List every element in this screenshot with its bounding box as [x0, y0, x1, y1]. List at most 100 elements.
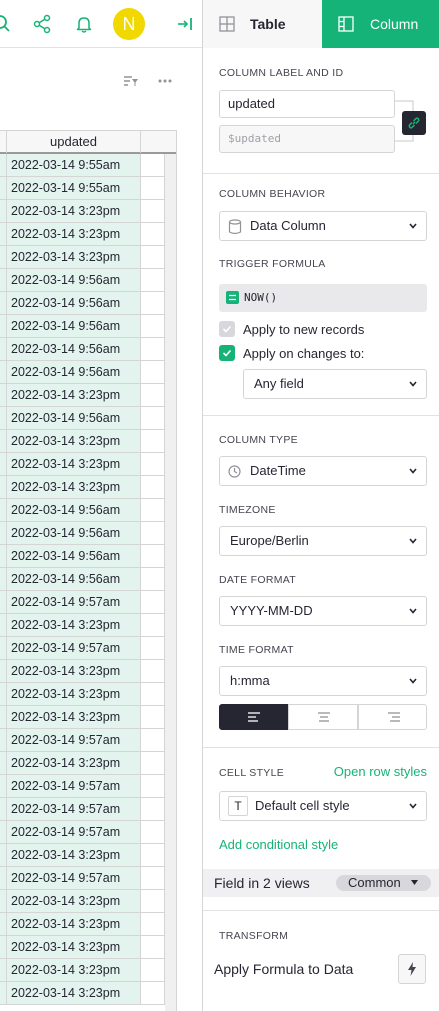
cell-style-select[interactable]: T Default cell style	[219, 791, 427, 821]
avatar[interactable]: N	[113, 8, 145, 40]
table-cell-empty[interactable]	[141, 890, 165, 912]
table-cell-empty[interactable]	[141, 522, 165, 544]
table-cell[interactable]: 2022-03-14 9:56am	[6, 499, 141, 521]
table-cell-empty[interactable]	[141, 545, 165, 567]
table-cell[interactable]: 2022-03-14 3:23pm	[6, 246, 141, 268]
table-cell-empty[interactable]	[141, 936, 165, 958]
open-row-styles-link[interactable]: Open row styles	[334, 764, 427, 779]
tab-table[interactable]: Table	[203, 0, 322, 48]
tab-column[interactable]: Column	[322, 0, 439, 48]
table-cell[interactable]: 2022-03-14 3:23pm	[6, 614, 141, 636]
share-icon[interactable]	[32, 14, 52, 34]
table-cell[interactable]: 2022-03-14 3:23pm	[6, 844, 141, 866]
align-left-button[interactable]	[219, 704, 288, 730]
table-cell-empty[interactable]	[141, 798, 165, 820]
table-cell-empty[interactable]	[141, 706, 165, 728]
table-cell[interactable]: 2022-03-14 3:23pm	[6, 453, 141, 475]
table-cell[interactable]: 2022-03-14 3:23pm	[6, 476, 141, 498]
table-cell[interactable]: 2022-03-14 3:23pm	[6, 660, 141, 682]
table-cell[interactable]: 2022-03-14 9:55am	[6, 177, 141, 199]
table-cell[interactable]: 2022-03-14 9:56am	[6, 269, 141, 291]
logout-icon[interactable]	[175, 14, 195, 34]
table-cell-empty[interactable]	[141, 292, 165, 314]
timezone-select[interactable]: Europe/Berlin	[219, 526, 427, 556]
table-cell[interactable]: 2022-03-14 9:57am	[6, 591, 141, 613]
table-cell-empty[interactable]	[141, 453, 165, 475]
table-cell-empty[interactable]	[141, 269, 165, 291]
column-header[interactable]: updated	[0, 130, 176, 154]
table-cell-empty[interactable]	[141, 154, 165, 176]
table-cell-empty[interactable]	[141, 338, 165, 360]
table-cell[interactable]: 2022-03-14 3:23pm	[6, 430, 141, 452]
more-icon[interactable]	[158, 79, 172, 83]
common-toggle[interactable]: Common	[336, 875, 431, 891]
add-conditional-style-link[interactable]: Add conditional style	[219, 837, 338, 852]
table-cell[interactable]: 2022-03-14 9:57am	[6, 867, 141, 889]
table-cell-empty[interactable]	[141, 913, 165, 935]
table-cell-empty[interactable]	[141, 177, 165, 199]
table-cell[interactable]: 2022-03-14 9:56am	[6, 315, 141, 337]
table-cell-empty[interactable]	[141, 683, 165, 705]
table-cell-empty[interactable]	[141, 430, 165, 452]
search-icon[interactable]	[0, 14, 12, 34]
date-format-select[interactable]: YYYY-MM-DD	[219, 596, 427, 626]
column-header-label[interactable]: updated	[6, 131, 141, 153]
table-cell-empty[interactable]	[141, 821, 165, 843]
table-cell-empty[interactable]	[141, 476, 165, 498]
table-cell[interactable]: 2022-03-14 3:23pm	[6, 200, 141, 222]
time-format-select[interactable]: h:mma	[219, 666, 427, 696]
table-cell[interactable]: 2022-03-14 3:23pm	[6, 959, 141, 981]
changes-target-select[interactable]: Any field	[243, 369, 427, 399]
table-cell-empty[interactable]	[141, 752, 165, 774]
table-cell[interactable]: 2022-03-14 3:23pm	[6, 384, 141, 406]
table-cell[interactable]: 2022-03-14 9:56am	[6, 361, 141, 383]
table-cell[interactable]: 2022-03-14 9:57am	[6, 729, 141, 751]
table-cell-empty[interactable]	[141, 223, 165, 245]
table-cell-empty[interactable]	[141, 982, 165, 1004]
sort-filter-icon[interactable]	[123, 74, 139, 88]
table-cell[interactable]: 2022-03-14 3:23pm	[6, 683, 141, 705]
bell-icon[interactable]	[74, 14, 94, 34]
table-cell-empty[interactable]	[141, 867, 165, 889]
table-cell[interactable]: 2022-03-14 9:57am	[6, 821, 141, 843]
table-cell[interactable]: 2022-03-14 3:23pm	[6, 982, 141, 1004]
apply-formula-button[interactable]	[398, 954, 426, 984]
table-cell-empty[interactable]	[141, 637, 165, 659]
table-cell-empty[interactable]	[141, 407, 165, 429]
table-cell-empty[interactable]	[141, 591, 165, 613]
apply-on-changes-checkbox[interactable]	[219, 345, 235, 361]
table-cell[interactable]: 2022-03-14 9:57am	[6, 637, 141, 659]
table-cell-empty[interactable]	[141, 568, 165, 590]
table-cell-empty[interactable]	[141, 959, 165, 981]
table-cell[interactable]: 2022-03-14 9:57am	[6, 775, 141, 797]
column-id-input[interactable]: $updated	[219, 125, 395, 153]
table-cell[interactable]: 2022-03-14 9:56am	[6, 522, 141, 544]
column-type-select[interactable]: DateTime	[219, 456, 427, 486]
trigger-formula-field[interactable]: NOW()	[219, 284, 427, 312]
table-cell-empty[interactable]	[141, 775, 165, 797]
column-label-input[interactable]: updated	[219, 90, 395, 118]
table-cell-empty[interactable]	[141, 729, 165, 751]
table-cell[interactable]: 2022-03-14 9:56am	[6, 292, 141, 314]
table-cell[interactable]: 2022-03-14 9:55am	[6, 154, 141, 176]
table-cell-empty[interactable]	[141, 844, 165, 866]
table-cell-empty[interactable]	[141, 499, 165, 521]
table-cell[interactable]: 2022-03-14 9:56am	[6, 545, 141, 567]
table-cell[interactable]: 2022-03-14 3:23pm	[6, 913, 141, 935]
table-cell[interactable]: 2022-03-14 9:57am	[6, 798, 141, 820]
table-cell[interactable]: 2022-03-14 9:56am	[6, 407, 141, 429]
behavior-select[interactable]: Data Column	[219, 211, 427, 241]
link-button[interactable]	[402, 111, 426, 135]
table-cell[interactable]: 2022-03-14 3:23pm	[6, 890, 141, 912]
align-right-button[interactable]	[358, 704, 427, 730]
align-center-button[interactable]	[288, 704, 358, 730]
table-cell[interactable]: 2022-03-14 3:23pm	[6, 223, 141, 245]
table-cell[interactable]: 2022-03-14 3:23pm	[6, 752, 141, 774]
table-cell-empty[interactable]	[141, 660, 165, 682]
table-cell[interactable]: 2022-03-14 3:23pm	[6, 706, 141, 728]
table-cell[interactable]: 2022-03-14 9:56am	[6, 568, 141, 590]
apply-new-records-checkbox[interactable]	[219, 321, 235, 337]
table-cell-empty[interactable]	[141, 361, 165, 383]
table-cell-empty[interactable]	[141, 246, 165, 268]
table-cell-empty[interactable]	[141, 200, 165, 222]
